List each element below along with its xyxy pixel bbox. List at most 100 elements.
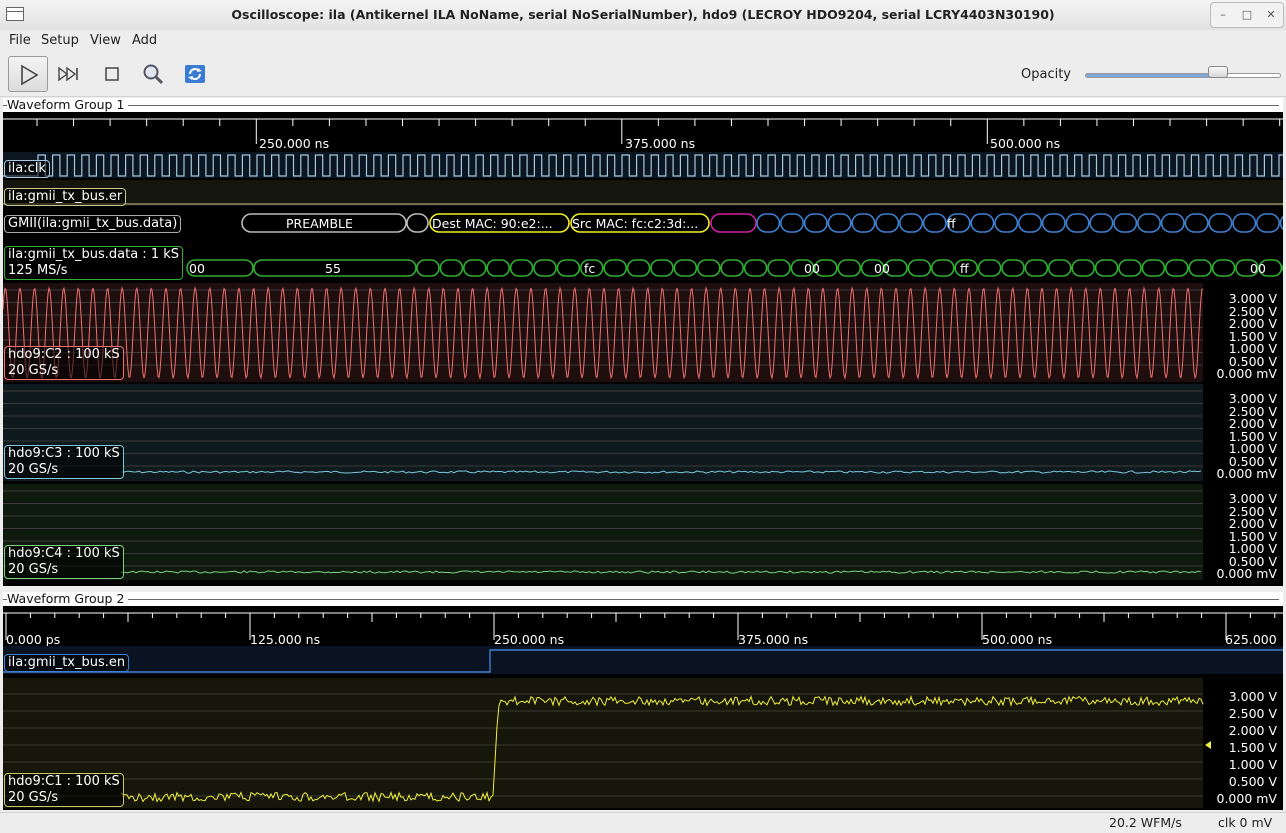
refresh-button[interactable] xyxy=(175,56,215,92)
c1-label-line1: hdo9:C1 : 100 kS xyxy=(8,774,120,790)
stop-icon xyxy=(100,62,124,86)
toolbar: Opacity xyxy=(0,52,1286,97)
scale-label: 0.500 V xyxy=(1229,774,1277,789)
opacity-label: Opacity xyxy=(1021,67,1071,82)
channel-label-data[interactable]: ila:gmii_tx_bus.data : 1 kS 125 MS/s xyxy=(4,246,183,280)
data-byte-00-d: 00 xyxy=(1250,261,1266,276)
c1-label-line2: 20 GS/s xyxy=(8,790,120,806)
menu-view[interactable]: View xyxy=(90,33,121,48)
c2-label-line2: 20 GS/s xyxy=(8,363,120,379)
window-controls: – □ ✕ xyxy=(1210,2,1284,28)
group-1-time-ruler[interactable]: 250.000 ns 375.000 ns 500.000 ns xyxy=(3,112,1283,152)
opacity-slider-track[interactable] xyxy=(1085,73,1281,78)
protocol-payload-byte xyxy=(1209,214,1231,232)
protocol-payload-byte xyxy=(1281,214,1283,232)
ruler2-label-500ns: 500.000 ns xyxy=(982,632,1052,647)
ruler1-label-375ns: 375.000 ns xyxy=(625,136,695,151)
group-2-header: Waveform Group 2 xyxy=(3,592,1283,606)
band-c2 xyxy=(3,283,1203,382)
group-2-waveform-area[interactable] xyxy=(3,646,1283,810)
c4-label-line1: hdo9:C4 : 100 kS xyxy=(8,546,120,562)
data-bus-byte xyxy=(1166,260,1188,276)
scale-label: 2.500 V xyxy=(1229,706,1277,721)
status-bar: 20.2 WFM/s clk 0 mV xyxy=(0,812,1286,833)
protocol-payload-byte xyxy=(1257,214,1279,232)
scale-label: 0.000 mV xyxy=(1217,466,1278,481)
group-2-ruler-ticks xyxy=(3,606,1283,646)
protocol-payload-byte xyxy=(1066,214,1088,232)
protocol-sfd-box xyxy=(407,214,428,232)
data-bus-byte xyxy=(1142,260,1164,276)
start-trigger-button[interactable] xyxy=(8,56,48,92)
data-byte-00-b: 00 xyxy=(804,261,820,276)
band-er xyxy=(3,180,1283,206)
data-bus-byte xyxy=(440,260,462,276)
data-bus-byte xyxy=(768,260,790,276)
close-icon[interactable]: ✕ xyxy=(1259,3,1283,27)
refresh-icon xyxy=(183,62,207,86)
data-bus-byte xyxy=(1096,260,1118,276)
menu-file[interactable]: File xyxy=(9,33,31,48)
channel-label-clk[interactable]: ila:clk xyxy=(4,160,50,178)
group-2-title: Waveform Group 2 xyxy=(7,592,128,606)
zoom-fit-button[interactable] xyxy=(133,56,173,92)
data-byte-ff: ff xyxy=(960,261,969,276)
data-label-line2: 125 MS/s xyxy=(8,263,179,279)
protocol-payload-byte xyxy=(1043,214,1065,232)
protocol-payload-byte xyxy=(995,214,1017,232)
channel-label-gmii[interactable]: GMII(ila:gmii_tx_bus.data) xyxy=(4,215,181,233)
protocol-payload-byte xyxy=(1185,214,1207,232)
opacity-slider-fill xyxy=(1086,74,1219,77)
data-bus-byte xyxy=(511,260,533,276)
data-bus-byte xyxy=(534,260,556,276)
protocol-payload-byte xyxy=(805,214,827,232)
maximize-icon[interactable]: □ xyxy=(1235,3,1259,27)
waveform-group-2[interactable]: Waveform Group 2 0.000 ps 125.000 ns 250… xyxy=(3,592,1283,810)
group-2-time-ruler[interactable]: 0.000 ps 125.000 ns 250.000 ns 375.000 n… xyxy=(3,606,1283,646)
group-1-title: Waveform Group 1 xyxy=(7,98,128,112)
waveform-group-1[interactable]: Waveform Group 1 250.000 ns 375.000 ns 5… xyxy=(3,98,1283,586)
channel-label-er[interactable]: ila:gmii_tx_bus.er xyxy=(4,188,126,206)
protocol-payload-byte xyxy=(1114,214,1136,232)
protocol-dest-mac: Dest MAC: 90:e2:... xyxy=(432,216,553,231)
channel-label-en[interactable]: ila:gmii_tx_bus.en xyxy=(4,654,129,672)
protocol-payload-byte xyxy=(876,214,898,232)
minimize-icon[interactable]: – xyxy=(1211,3,1235,27)
data-bus-byte xyxy=(932,260,954,276)
title-bar: Oscilloscope: ila (Antikernel ILA NoName… xyxy=(0,0,1286,31)
data-bus-byte xyxy=(838,260,860,276)
channel-label-c4[interactable]: hdo9:C4 : 100 kS 20 GS/s xyxy=(4,545,124,579)
menu-setup[interactable]: Setup xyxy=(41,33,79,48)
scale-label: 0.000 mV xyxy=(1217,791,1278,806)
protocol-payload-byte xyxy=(1090,214,1112,232)
magnifier-icon xyxy=(141,62,165,86)
channel-label-c2[interactable]: hdo9:C2 : 100 kS 20 GS/s xyxy=(4,346,124,380)
group-2-header-rule xyxy=(3,599,1279,600)
channel-label-c3[interactable]: hdo9:C3 : 100 kS 20 GS/s xyxy=(4,445,124,479)
protocol-ethertype-box xyxy=(711,214,756,232)
ruler1-label-500ns: 500.000 ns xyxy=(990,136,1060,151)
waveform-rate: 20.2 WFM/s xyxy=(1109,815,1182,830)
protocol-payload-byte xyxy=(1162,214,1184,232)
ruler2-label-375ns: 375.000 ns xyxy=(738,632,808,647)
scale-label: 0.000 mV xyxy=(1217,366,1278,381)
stop-trigger-button[interactable] xyxy=(92,56,132,92)
data-byte-fc: fc xyxy=(584,261,595,276)
data-bus-byte xyxy=(1189,260,1211,276)
data-label-line1: ila:gmii_tx_bus.data : 1 kS xyxy=(8,247,179,263)
opacity-slider-handle[interactable] xyxy=(1208,66,1228,78)
single-trigger-button[interactable] xyxy=(49,56,89,92)
menu-add[interactable]: Add xyxy=(132,33,157,48)
channel-label-c1[interactable]: hdo9:C1 : 100 kS 20 GS/s xyxy=(4,773,124,807)
data-bus-byte xyxy=(628,260,650,276)
data-bus-byte xyxy=(1002,260,1024,276)
band-c1 xyxy=(3,678,1203,808)
c2-label-line1: hdo9:C2 : 100 kS xyxy=(8,347,120,363)
data-bus-byte xyxy=(908,260,930,276)
menu-bar: File Setup View Add xyxy=(0,30,1286,52)
protocol-payload-byte xyxy=(900,214,922,232)
scale-label: 1.500 V xyxy=(1229,740,1277,755)
protocol-src-mac: Src MAC: fc:c2:3d:... xyxy=(572,216,698,231)
data-bus-byte xyxy=(1213,260,1235,276)
protocol-ff: ff xyxy=(947,216,956,231)
